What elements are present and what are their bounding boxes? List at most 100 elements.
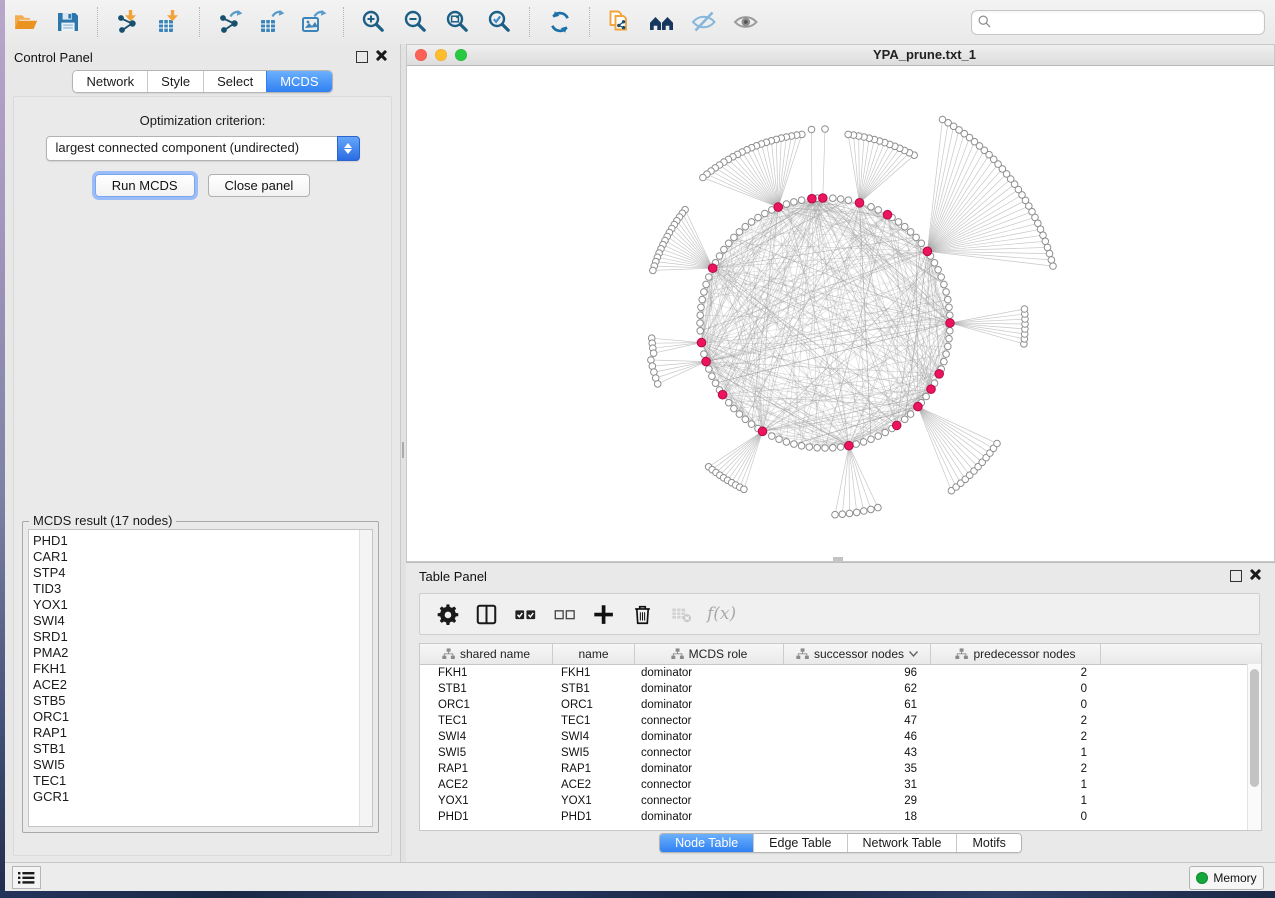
table-row[interactable]: TEC1TEC1connector472 [420,713,1261,729]
export-image-button[interactable] [297,5,331,39]
mcds-result-item[interactable]: PMA2 [33,645,372,661]
zoom-out-button[interactable] [399,5,433,39]
tab-edge-table[interactable]: Edge Table [753,834,846,852]
cell-name: YOX1 [553,793,635,809]
close-panel-icon[interactable] [374,48,388,62]
memory-button[interactable]: Memory [1189,866,1264,890]
mcds-result-item[interactable]: STB1 [33,741,372,757]
mcds-result-scrollbar[interactable] [359,530,372,826]
network-graph-canvas[interactable] [407,65,1274,561]
tab-motifs[interactable]: Motifs [956,834,1020,852]
hide-selected-button[interactable] [687,5,721,39]
open-file-button[interactable] [9,5,43,39]
mcds-result-item[interactable]: SWI5 [33,757,372,773]
cell-shared-name: SWI5 [420,745,553,761]
tab-network[interactable]: Network [73,71,147,92]
cell-MCDS-role: dominator [635,761,784,777]
mcds-result-item[interactable]: GCR1 [33,789,372,805]
zoom-selected-button[interactable] [483,5,517,39]
show-columns-button[interactable] [471,599,501,629]
cell-MCDS-role: dominator [635,665,784,681]
tab-network-table[interactable]: Network Table [847,834,957,852]
horizontal-splitter-grip[interactable] [833,557,843,561]
mcds-result-item[interactable]: STP4 [33,565,372,581]
zoom-in-button[interactable] [357,5,391,39]
dropdown-stepper-icon [337,136,360,161]
show-all-button[interactable] [729,5,763,39]
column-header-shared-name[interactable]: shared name [420,644,553,664]
table-row[interactable]: STB1STB1dominator620 [420,681,1261,697]
show-all-icon [733,9,759,35]
table-row[interactable]: FKH1FKH1dominator962 [420,665,1261,681]
mcds-result-item[interactable]: PHD1 [33,533,372,549]
float-panel-icon[interactable] [1230,570,1242,582]
dropdown-selected-value: largest connected component (undirected) [56,140,300,155]
mcds-result-item[interactable]: CAR1 [33,549,372,565]
mcds-result-item[interactable]: ACE2 [33,677,372,693]
column-header-successor-nodes[interactable]: successor nodes [784,644,931,664]
run-mcds-button[interactable]: Run MCDS [95,174,195,197]
tab-node-table[interactable]: Node Table [660,834,753,852]
close-panel-button[interactable]: Close panel [208,174,311,197]
export-network-button[interactable] [213,5,247,39]
create-column-button[interactable] [588,599,618,629]
new-network-from-selection-button[interactable] [603,5,637,39]
toolbar-separator [199,7,201,37]
mcds-result-item[interactable]: RAP1 [33,725,372,741]
table-row[interactable]: SWI4SWI4dominator462 [420,729,1261,745]
control-panel: Control Panel NetworkStyleSelectMCDS Opt… [5,44,400,862]
mcds-result-item[interactable]: SWI4 [33,613,372,629]
table-row[interactable]: RAP1RAP1dominator352 [420,761,1261,777]
cell-shared-name: PHD1 [420,809,553,825]
settings-button[interactable] [432,599,462,629]
table-row[interactable]: YOX1YOX1connector291 [420,793,1261,809]
apply-layout-button[interactable] [543,5,577,39]
save-session-button[interactable] [51,5,85,39]
search-input[interactable] [971,10,1265,35]
table-row[interactable]: ACE2ACE2connector311 [420,777,1261,793]
mcds-result-item[interactable]: FKH1 [33,661,372,677]
import-network-button[interactable] [111,5,145,39]
export-table-button[interactable] [255,5,289,39]
cell-shared-name: SWI4 [420,729,553,745]
mcds-result-item[interactable]: TID3 [33,581,372,597]
column-header-MCDS-role[interactable]: MCDS role [635,644,784,664]
cytoscape-window: Control Panel NetworkStyleSelectMCDS Opt… [0,0,1275,898]
table-scrollbar-thumb[interactable] [1250,669,1259,787]
tab-mcds[interactable]: MCDS [266,71,331,92]
cell-successor-nodes: 46 [784,729,931,745]
column-header-name[interactable]: name [553,644,635,664]
mcds-result-item[interactable]: STB5 [33,693,372,709]
float-panel-icon[interactable] [356,51,368,63]
cell-successor-nodes: 61 [784,697,931,713]
tab-style[interactable]: Style [147,71,203,92]
mcds-result-item[interactable]: ORC1 [33,709,372,725]
mcds-result-item[interactable]: YOX1 [33,597,372,613]
table-row[interactable]: SWI5SWI5connector431 [420,745,1261,761]
close-panel-icon[interactable] [1248,567,1262,581]
cell-shared-name: ORC1 [420,697,553,713]
cell-predecessor-nodes: 2 [931,761,1101,777]
mcds-result-item[interactable]: SRD1 [33,629,372,645]
mcds-result-item[interactable]: TEC1 [33,773,372,789]
control-panel-tabs: NetworkStyleSelectMCDS [5,70,400,93]
cell-successor-nodes: 29 [784,793,931,809]
table-row[interactable]: ORC1ORC1dominator610 [420,697,1261,713]
table-toolbar: f(x) [419,593,1260,635]
task-history-button[interactable] [12,866,41,889]
unselect-all-columns-button[interactable] [549,599,579,629]
table-row[interactable]: PHD1PHD1dominator180 [420,809,1261,825]
unselect-all-columns-icon [553,603,576,626]
tab-select[interactable]: Select [203,71,266,92]
first-neighbors-button[interactable] [645,5,679,39]
zoom-fit-button[interactable] [441,5,475,39]
optimization-criterion-label: Optimization criterion: [14,113,391,128]
open-file-icon [13,9,39,35]
column-header-predecessor-nodes[interactable]: predecessor nodes [931,644,1101,664]
delete-columns-button[interactable] [627,599,657,629]
select-all-columns-button[interactable] [510,599,540,629]
import-table-button[interactable] [153,5,187,39]
optimization-criterion-dropdown[interactable]: largest connected component (undirected) [46,136,360,161]
table-panel-tabs: Node TableEdge TableNetwork TableMotifs [406,833,1275,853]
table-scrollbar[interactable] [1247,664,1261,830]
